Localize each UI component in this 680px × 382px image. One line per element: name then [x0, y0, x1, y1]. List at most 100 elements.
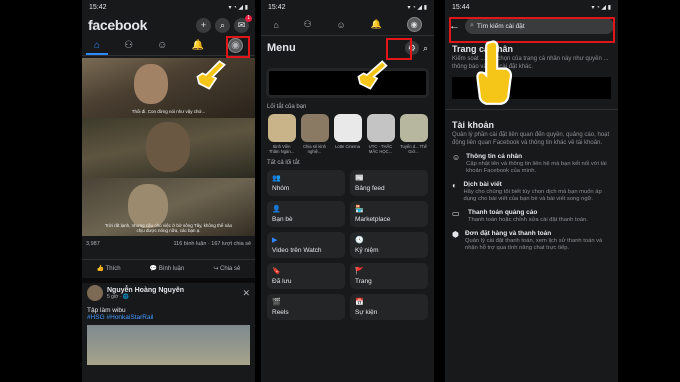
setting-ad-payments[interactable]: ▭ Thanh toán quảng cáo Thanh toán hoặc c… — [445, 209, 618, 224]
setting-desc: Cập nhật tên và thông tin liên hệ mà bạn… — [466, 161, 607, 174]
tile-feeds[interactable]: 📰 Bảng feed — [350, 170, 428, 196]
post-author[interactable]: Nguyễn Hoàng Nguyên — [107, 287, 184, 294]
events-icon: 📅 — [355, 298, 364, 306]
menu-avatar-glyph: ◉ — [410, 20, 418, 29]
status-icons: ▾ ◔ ◢ ▮ — [228, 4, 248, 11]
status-bar: 15:44 ▾ ◔ ◢ ▮ — [445, 0, 618, 14]
account-desc: Quản lý phần cài đặt liên quan đến quyền… — [452, 132, 610, 146]
app-header: facebook + ⌕ ✉ 1 — [82, 14, 255, 36]
all-shortcuts-heading: Tất cả lối tắt — [267, 160, 300, 166]
shortcut-image — [300, 114, 329, 142]
tile-groups[interactable]: 👥 Nhóm — [267, 170, 345, 196]
profile-settings-desc: Kiểm soát ... lựa chọn của trang cá nhân… — [452, 56, 609, 70]
video-subtitle-3: Trời rất lạnh, nhưng cậu cho việc ở bờ s… — [104, 223, 233, 233]
groups-icon: 👥 — [272, 174, 281, 182]
watch-icon: ▶ — [272, 236, 278, 244]
avatar[interactable] — [87, 285, 103, 301]
profile-tab-icon[interactable]: ☺ — [157, 40, 167, 51]
tile-label: Bảng feed — [355, 184, 385, 192]
face-shape — [146, 122, 190, 172]
notifications-tab-icon[interactable]: 🔔 — [191, 40, 203, 51]
highlight-box-menu — [226, 36, 250, 58]
tile-label: Sự kiện — [355, 308, 378, 316]
post-hashtags[interactable]: #HSG #HonkaiStarRail — [87, 314, 250, 321]
shortcut-item[interactable]: Lotte Cinema — [333, 114, 362, 154]
setting-desc: Hãy cho chúng tôi biết tùy chọn dịch mà … — [463, 189, 602, 202]
menu-tiles: 👥 Nhóm 📰 Bảng feed 👤 Bạn bè 🏪 Marketplace ▶ V… — [261, 170, 434, 320]
tile-friends[interactable]: 👤 Bạn bè — [267, 201, 345, 227]
globe-icon: ◐ — [452, 181, 457, 190]
search-icon[interactable]: ⌕ — [423, 43, 428, 54]
tile-saved[interactable]: 🔖 Đã lưu — [267, 263, 345, 289]
friends-tab-icon[interactable]: ⚇ — [124, 40, 133, 51]
reaction-summary: 3,987 116 bình luận · 167 lượt chia sẻ — [86, 241, 251, 247]
redacted-profile — [269, 71, 426, 95]
box-icon: ⬢ — [452, 230, 459, 239]
setting-text: Thông tin cá nhân Cập nhật tên và thông … — [466, 153, 611, 175]
video-frame-3[interactable]: Trời rất lạnh, nhưng cậu cho việc ở bờ s… — [82, 178, 255, 236]
comment-button[interactable]: 💬 Bình luận — [150, 265, 185, 277]
setting-translate[interactable]: ◐ Dịch bài viết Hãy cho chúng tôi biết t… — [445, 181, 618, 203]
search-icon[interactable]: ⌕ — [215, 17, 230, 33]
nav-tabs: ⌂ ⚇ ☺ 🔔 ◉ — [261, 14, 434, 36]
setting-title: Đơn đặt hàng và thanh toán — [464, 230, 552, 237]
phone-settings: 15:44 ▾ ◔ ◢ ▮ ← ⌕ Trang cá nhân Kiểm soá… — [445, 0, 618, 382]
messenger-badge: 1 — [245, 14, 252, 22]
setting-desc: Quản lý cài đặt thanh toán, xem lịch sử … — [464, 238, 603, 251]
reels-icon: 🎬 — [272, 298, 281, 306]
shortcut-label: Tuyển d... Thế Giớ... — [400, 144, 427, 154]
pointing-hand-icon — [196, 60, 226, 90]
close-icon[interactable]: ✕ — [242, 288, 250, 299]
comment-share-count[interactable]: 116 bình luận · 167 lượt chia sẻ — [173, 241, 251, 247]
notifications-tab-icon[interactable]: 🔔 — [371, 19, 382, 30]
post-text: Tập làm wibu — [87, 307, 126, 314]
profile-card[interactable] — [266, 68, 429, 98]
video-frame-2[interactable] — [82, 118, 255, 178]
friends-tab-icon[interactable]: ⚇ — [304, 19, 312, 30]
shortcuts-heading: Lối tắt của bạn — [267, 104, 307, 110]
shortcut-item[interactable]: Chia sẻ kinh nghiệ... — [300, 114, 329, 154]
tile-pages[interactable]: 🚩 Trang — [350, 263, 428, 289]
setting-title: Thanh toán quảng cáo — [468, 209, 538, 216]
messenger-icon[interactable]: ✉ 1 — [234, 14, 252, 33]
page-title: Menu — [267, 42, 296, 54]
status-time: 15:44 — [452, 3, 470, 11]
divider — [445, 109, 618, 110]
reaction-count[interactable]: 3,987 — [86, 241, 100, 247]
home-tab-icon[interactable]: ⌂ — [273, 20, 278, 30]
memories-icon: 🕓 — [355, 236, 364, 244]
feed-divider — [82, 278, 255, 283]
feeds-icon: 📰 — [355, 174, 364, 182]
profile-tab-icon[interactable]: ☺ — [337, 20, 346, 30]
add-icon[interactable]: + — [196, 17, 211, 33]
like-button[interactable]: 👍 Thích — [97, 265, 121, 277]
face-shape — [134, 64, 168, 104]
tile-memories[interactable]: 🕓 Kỷ niệm — [350, 232, 428, 258]
shortcut-item[interactable]: UTC - THẮC MẮC HỌC... — [366, 114, 395, 154]
setting-orders-payments[interactable]: ⬢ Đơn đặt hàng và thanh toán Quản lý cài… — [445, 230, 618, 252]
setting-personal-info[interactable]: ☺ Thông tin cá nhân Cập nhật tên và thôn… — [445, 153, 618, 175]
status-time: 15:42 — [89, 3, 107, 11]
post-image[interactable] — [87, 325, 250, 365]
tile-marketplace[interactable]: 🏪 Marketplace — [350, 201, 428, 227]
person-icon: ☺ — [452, 153, 461, 162]
tile-watch[interactable]: ▶ Video trên Watch — [267, 232, 345, 258]
shortcut-item[interactable]: Sinh Viên Thăm Ngàn... — [267, 114, 296, 154]
pointing-hand-icon — [476, 40, 513, 105]
home-tab-icon[interactable]: ⌂ — [94, 40, 100, 51]
shortcut-image — [267, 114, 296, 142]
shortcut-item[interactable]: Tuyển d... Thế Giớ... — [399, 114, 428, 154]
share-button[interactable]: ↪ Chia sẻ — [213, 265, 240, 277]
account-heading: Tài khoản — [452, 120, 495, 130]
friends-icon: 👤 — [272, 205, 281, 213]
shortcut-image — [333, 114, 362, 142]
post-author-block: Nguyễn Hoàng Nguyên 5 giờ · 🌐 — [107, 287, 184, 300]
tile-events[interactable]: 📅 Sự kiện — [350, 294, 428, 320]
tile-label: Reels — [272, 308, 289, 316]
setting-desc: Thanh toán hoặc chỉnh sửa cài đặt thanh … — [468, 217, 588, 223]
tile-reels[interactable]: 🎬 Reels — [267, 294, 345, 320]
video-frame-1[interactable]: Thôi đi. Con đừng nói như vậy chứ... — [82, 58, 255, 118]
phone-feed: 15:42 ▾ ◔ ◢ ▮ facebook + ⌕ ✉ 1 ⌂ ⚇ ☺ 🔔 ◉… — [82, 0, 255, 382]
menu-avatar-icon[interactable]: ◉ — [406, 17, 422, 32]
status-icons: ▾ ◔ ◢ ▮ — [591, 4, 611, 11]
